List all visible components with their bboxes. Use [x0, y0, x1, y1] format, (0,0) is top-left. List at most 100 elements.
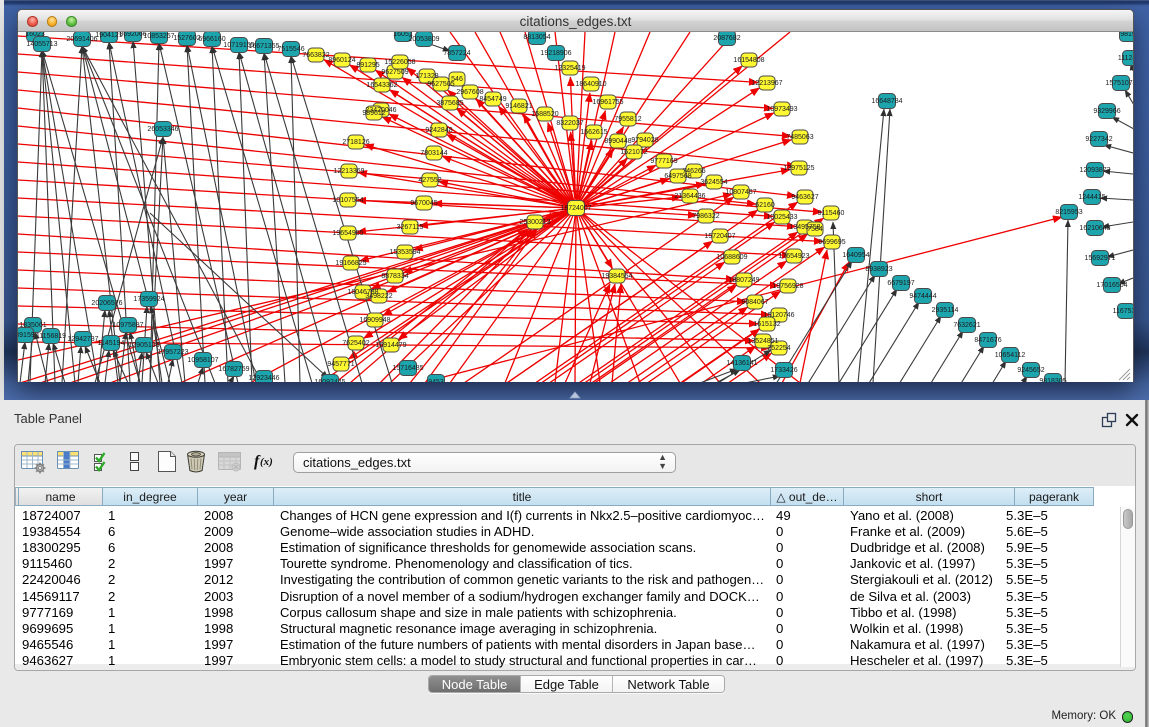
svg-text:10975887: 10975887: [112, 322, 143, 329]
svg-text:3498222: 3498222: [365, 293, 392, 300]
svg-text:20206576: 20206576: [91, 300, 122, 307]
svg-text:18640910: 18640910: [575, 81, 606, 88]
svg-text:12905135: 12905135: [128, 342, 159, 349]
svg-text:8215953: 8215953: [1055, 209, 1082, 216]
svg-text:8454749: 8454749: [479, 96, 506, 103]
svg-text:62160: 62160: [755, 202, 775, 209]
svg-text:8960124: 8960124: [328, 57, 355, 64]
svg-text:9227342: 9227342: [1085, 136, 1112, 143]
svg-text:746266: 746266: [682, 168, 705, 175]
svg-text:12325419: 12325419: [554, 65, 585, 72]
svg-text:18724007: 18724007: [560, 205, 591, 212]
svg-text:9463627: 9463627: [791, 194, 818, 201]
svg-text:7663822: 7663822: [302, 52, 329, 59]
svg-text:1835061: 1835061: [19, 322, 46, 329]
svg-text:9115460: 9115460: [818, 210, 845, 217]
svg-text:1588520: 1588520: [531, 111, 558, 118]
svg-text:1615132: 1615132: [753, 321, 780, 328]
svg-text:16543362: 16543362: [366, 82, 397, 89]
svg-text:2087682: 2087682: [713, 35, 740, 42]
svg-text:171328: 171328: [415, 73, 438, 80]
svg-text:891295: 891295: [356, 62, 379, 69]
svg-text:19654985: 19654985: [332, 230, 363, 237]
svg-text:10807487: 10807487: [725, 189, 756, 196]
svg-text:9084067: 9084067: [741, 299, 768, 306]
svg-text:19218906: 19218906: [540, 50, 571, 57]
svg-text:14136141: 14136141: [726, 360, 757, 367]
svg-text:9819: 9819: [1120, 32, 1133, 38]
svg-text:9146821: 9146821: [505, 103, 532, 110]
svg-text:2718126: 2718126: [342, 139, 369, 146]
svg-text:9794028: 9794028: [631, 137, 658, 144]
svg-text:12923446: 12923446: [248, 375, 279, 382]
svg-text:1167533: 1167533: [1113, 308, 1133, 315]
svg-text:10688609: 10688609: [716, 254, 747, 261]
svg-text:12975125: 12975125: [783, 165, 814, 172]
svg-text:(x): (x): [260, 456, 273, 468]
svg-text:9329966: 9329966: [1093, 108, 1120, 115]
svg-text:9818305: 9818305: [1039, 378, 1066, 382]
svg-text:12942737: 12942737: [67, 336, 98, 343]
svg-text:7857224: 7857224: [443, 50, 470, 57]
svg-text:17016504: 17016504: [1096, 282, 1127, 289]
svg-text:7584: 7584: [807, 226, 823, 233]
svg-text:15751074: 15751074: [1105, 80, 1133, 87]
svg-text:9777169: 9777169: [650, 158, 677, 165]
svg-text:3267115: 3267115: [397, 224, 424, 231]
svg-text:8322037: 8322037: [556, 120, 583, 127]
svg-text:7803144: 7803144: [420, 150, 447, 157]
svg-text:16671355: 16671355: [248, 43, 279, 50]
svg-text:16914479: 16914479: [375, 342, 406, 349]
svg-text:16154808: 16154808: [733, 57, 764, 64]
svg-text:989612: 989612: [362, 110, 385, 117]
svg-text:19756928: 19756928: [772, 283, 803, 290]
svg-text:26053346: 26053346: [147, 126, 178, 133]
svg-text:6966160: 6966160: [198, 36, 225, 43]
svg-text:19384554: 19384554: [601, 273, 632, 280]
svg-text:12213369: 12213369: [333, 168, 364, 175]
svg-text:1562615: 1562615: [580, 129, 607, 136]
svg-text:7986322: 7986322: [692, 213, 719, 220]
svg-text:25300213: 25300213: [519, 219, 550, 226]
svg-text:9474444: 9474444: [909, 293, 936, 300]
svg-text:12093872: 12093872: [1079, 167, 1110, 174]
svg-text:1112482: 1112482: [1118, 55, 1133, 62]
svg-text:14055713: 14055713: [26, 41, 57, 48]
svg-text:17957223: 17957223: [157, 349, 188, 356]
svg-text:546: 546: [451, 76, 463, 83]
svg-text:1145194: 1145194: [98, 340, 125, 347]
svg-text:8990448: 8990448: [604, 138, 631, 145]
svg-text:6679197: 6679197: [887, 280, 914, 287]
svg-text:252254: 252254: [767, 345, 790, 352]
svg-text:15226058: 15226058: [384, 59, 415, 66]
svg-text:11156819: 11156819: [36, 333, 66, 340]
svg-text:7955812: 7955812: [614, 116, 641, 123]
svg-text:7625402: 7625402: [342, 340, 369, 347]
svg-text:15692971: 15692971: [1084, 255, 1115, 262]
svg-text:9627509: 9627509: [381, 69, 408, 76]
svg-text:10853257: 10853257: [143, 33, 174, 40]
svg-text:2967608: 2967608: [456, 89, 483, 96]
svg-text:20691406: 20691406: [66, 36, 97, 43]
svg-text:17654923: 17654923: [778, 253, 809, 260]
svg-text:1621072: 1621072: [620, 149, 647, 156]
svg-text:8813054: 8813054: [523, 34, 550, 41]
svg-text:9242848: 9242848: [425, 127, 452, 134]
svg-text:7632621: 7632621: [953, 322, 980, 329]
svg-text:2935114: 2935114: [932, 307, 959, 314]
svg-text:13524851: 13524851: [747, 338, 778, 345]
svg-text:16092445: 16092445: [314, 379, 345, 382]
svg-text:16210643: 16210643: [1079, 225, 1110, 232]
svg-text:10654112: 10654112: [995, 352, 1026, 359]
svg-text:9699695: 9699695: [818, 239, 845, 246]
svg-text:16648784: 16648784: [871, 98, 902, 105]
svg-text:427552: 427552: [418, 177, 441, 184]
svg-text:9245652: 9245652: [1017, 367, 1044, 374]
svg-text:1640954: 1640954: [842, 252, 869, 259]
svg-text:9457771: 9457771: [327, 361, 354, 368]
svg-text:21364436: 21364436: [674, 193, 705, 200]
svg-text:7485063: 7485063: [786, 134, 813, 141]
svg-text:39159: 39159: [18, 332, 35, 339]
svg-text:12213967: 12213967: [751, 80, 782, 87]
svg-text:15716485: 15716485: [392, 365, 423, 372]
